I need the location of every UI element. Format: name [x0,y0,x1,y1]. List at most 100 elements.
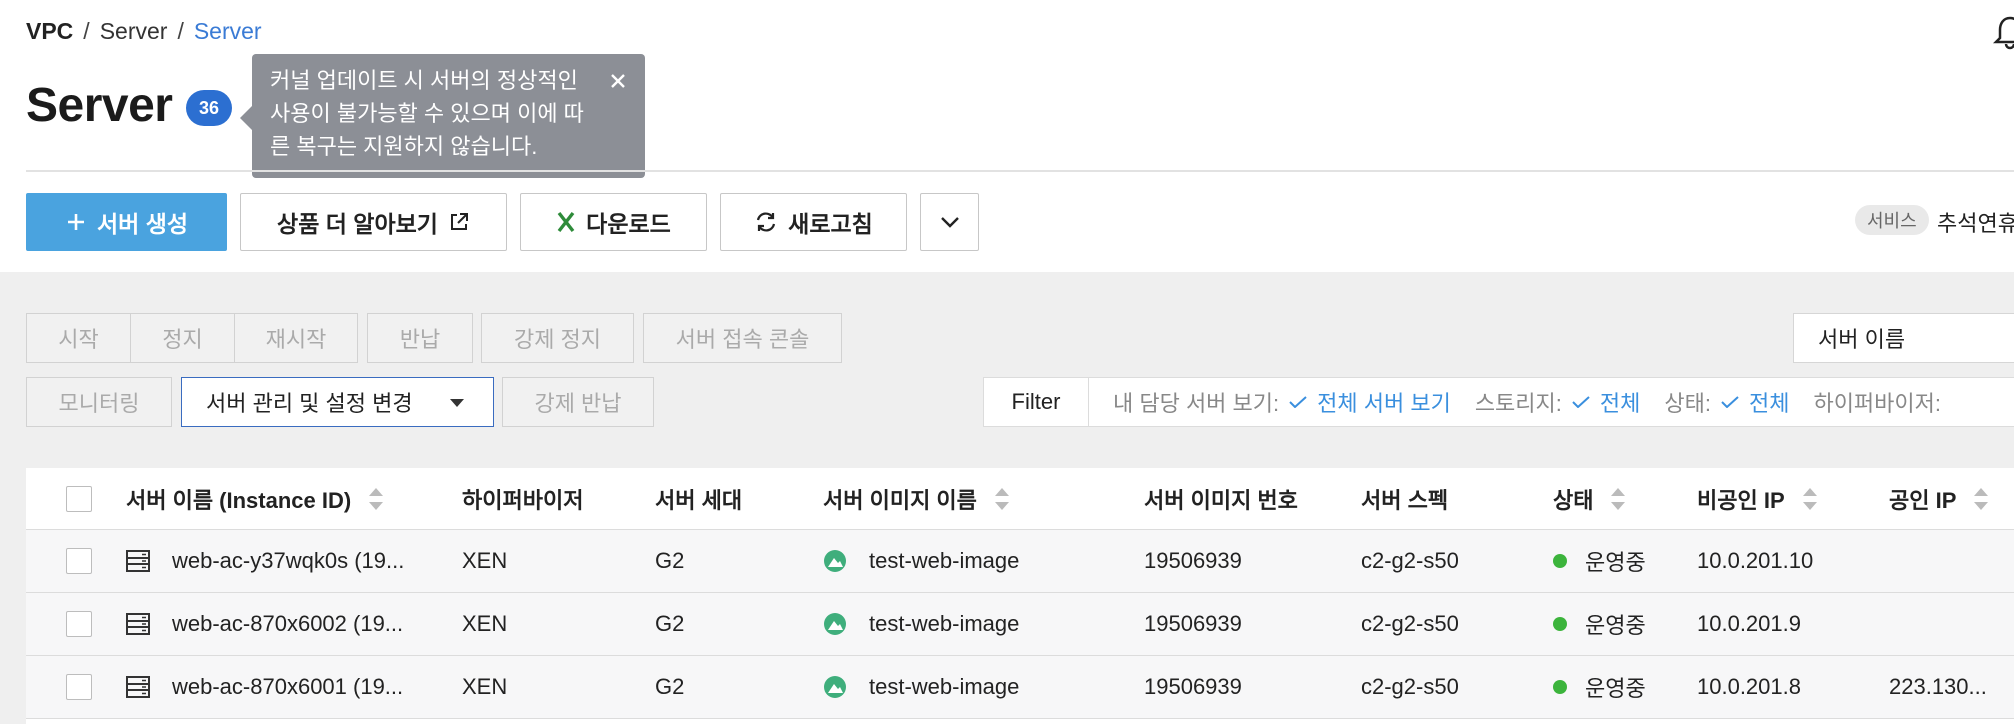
image-name-cell: test-web-image [869,674,1020,699]
filter-label[interactable]: Filter [984,378,1089,426]
server-name[interactable]: web-ac-870x6002 (19... [172,611,403,637]
service-tag: 서비스 [1855,205,1929,235]
col-generation-header: 서버 세대 [655,468,742,529]
col-image-no-header: 서버 이미지 번호 [1144,468,1298,529]
stop-button[interactable]: 정지 [130,313,235,363]
service-name: 추석연휴 [1937,211,2014,236]
monitoring-button[interactable]: 모니터링 [26,377,172,427]
select-all-checkbox[interactable] [66,485,92,512]
status-running-dot [1553,617,1567,631]
breadcrumb-separator: / [177,18,184,44]
header-divider [26,170,2014,172]
col-image-name-label: 서버 이미지 이름 [823,487,977,513]
server-icon [126,613,150,635]
filter-bar: Filter 내 담당 서버 보기: 전체 서버 보기 스토리지: 전체 상태:… [983,377,2014,427]
server-name[interactable]: web-ac-870x6001 (19... [172,674,403,700]
col-private-ip-header[interactable]: 비공인 IP [1697,468,1817,529]
filter-storage-value: 전체 [1599,391,1641,416]
table-row[interactable]: web-ac-870x6002 (19... XEN G2 test-web-i… [26,593,2014,656]
row-checkbox[interactable] [66,674,92,700]
image-no-cell: 19506939 [1144,674,1242,699]
status-cell: 운영중 [1585,550,1646,575]
server-icon [126,550,150,572]
private-ip-cell: 10.0.201.10 [1697,548,1814,573]
col-image-name-header[interactable]: 서버 이미지 이름 [823,468,1009,529]
server-name[interactable]: web-ac-y37wqk0s (19... [172,548,404,574]
status-cell: 운영중 [1585,613,1646,638]
check-icon [1289,396,1307,408]
filter-storage-key: 스토리지: [1474,391,1562,416]
create-server-label: 서버 생성 [96,211,189,237]
col-public-ip-label: 공인 IP [1889,487,1957,513]
table-row[interactable]: web-ac-870x6001 (19... XEN G2 test-web-i… [26,656,2014,719]
hypervisor-cell: XEN [462,611,508,636]
excel-icon [557,211,575,233]
table-row[interactable]: web-ac-y37wqk0s (19... XEN G2 test-web-i… [26,530,2014,593]
image-icon [824,550,846,572]
learn-more-button[interactable]: 상품 더 알아보기 [240,193,507,251]
filter-storage[interactable]: 스토리지: 전체 [1475,386,1641,418]
col-name-header[interactable]: 서버 이름 (Instance ID) [126,468,384,529]
breadcrumb-server[interactable]: Server [100,18,168,45]
check-icon [1572,396,1590,408]
generation-cell: G2 [655,548,685,573]
manage-settings-dropdown[interactable]: 서버 관리 및 설정 변경 [181,377,494,427]
col-name-label: 서버 이름 (Instance ID) [126,487,352,513]
image-no-cell: 19506939 [1144,548,1242,573]
col-generation-label: 서버 세대 [655,487,743,513]
row-checkbox[interactable] [66,611,92,637]
refresh-label: 새로고침 [788,211,873,237]
sort-icon [1611,487,1626,510]
server-count-badge: 36 [186,90,232,126]
filter-my-servers[interactable]: 내 담당 서버 보기: 전체 서버 보기 [1113,386,1451,418]
col-spec-label: 서버 스펙 [1361,487,1449,513]
bell-icon[interactable] [1992,14,2014,50]
refresh-icon [757,212,776,232]
filter-status[interactable]: 상태: 전체 [1664,386,1789,418]
filter-status-value: 전체 [1748,391,1790,416]
download-button[interactable]: 다운로드 [520,193,707,251]
private-ip-cell: 10.0.201.8 [1697,674,1801,699]
breadcrumb-separator: / [83,18,90,44]
force-return-button[interactable]: 강제 반납 [502,377,654,427]
server-table: 서버 이름 (Instance ID) 하이퍼바이저 서버 세대 서버 이미지 … [26,468,2014,724]
check-icon [1721,396,1739,408]
image-no-cell: 19506939 [1144,611,1242,636]
force-stop-button[interactable]: 강제 정지 [481,313,634,363]
status-cell: 운영중 [1585,676,1646,701]
image-name-cell: test-web-image [869,611,1020,636]
more-dropdown-button[interactable] [920,193,979,251]
breadcrumb-current[interactable]: Server [194,18,262,45]
tooltip-text: 커널 업데이트 시 서버의 정상적인 사용이 불가능할 수 있으며 이에 따른 … [270,68,584,159]
status-running-dot [1553,680,1567,694]
server-icon [126,676,150,698]
filter-status-key: 상태: [1664,391,1711,416]
console-button[interactable]: 서버 접속 콘솔 [643,313,842,363]
restart-button[interactable]: 재시작 [234,313,358,363]
generation-cell: G2 [655,674,685,699]
col-hypervisor-label: 하이퍼바이저 [462,487,584,513]
manage-settings-label: 서버 관리 및 설정 변경 [206,391,413,416]
refresh-button[interactable]: 새로고침 [720,193,907,251]
breadcrumb-vpc[interactable]: VPC [26,18,73,45]
col-public-ip-header[interactable]: 공인 IP [1889,468,1989,529]
sort-icon [994,487,1009,510]
download-label: 다운로드 [586,211,671,237]
hypervisor-cell: XEN [462,548,508,573]
public-ip-cell: 223.130... [1889,674,1987,699]
filter-hypervisor[interactable]: 하이퍼바이저: [1813,386,1941,418]
return-button[interactable]: 반납 [367,313,473,363]
table-header: 서버 이름 (Instance ID) 하이퍼바이저 서버 세대 서버 이미지 … [26,468,2014,530]
search-field-label: 서버 이름 [1818,327,1906,352]
image-icon [824,676,846,698]
caret-down-icon [450,399,464,407]
row-checkbox[interactable] [66,548,92,574]
search-field-select[interactable]: 서버 이름 [1793,313,2014,363]
close-icon[interactable] [607,68,629,90]
create-server-button[interactable]: 서버 생성 [26,193,227,251]
start-button[interactable]: 시작 [26,313,131,363]
filter-my-servers-value: 전체 서버 보기 [1317,391,1451,416]
page-title: Server [26,79,173,132]
col-status-header[interactable]: 상태 [1553,468,1626,529]
sort-icon [1802,487,1817,510]
